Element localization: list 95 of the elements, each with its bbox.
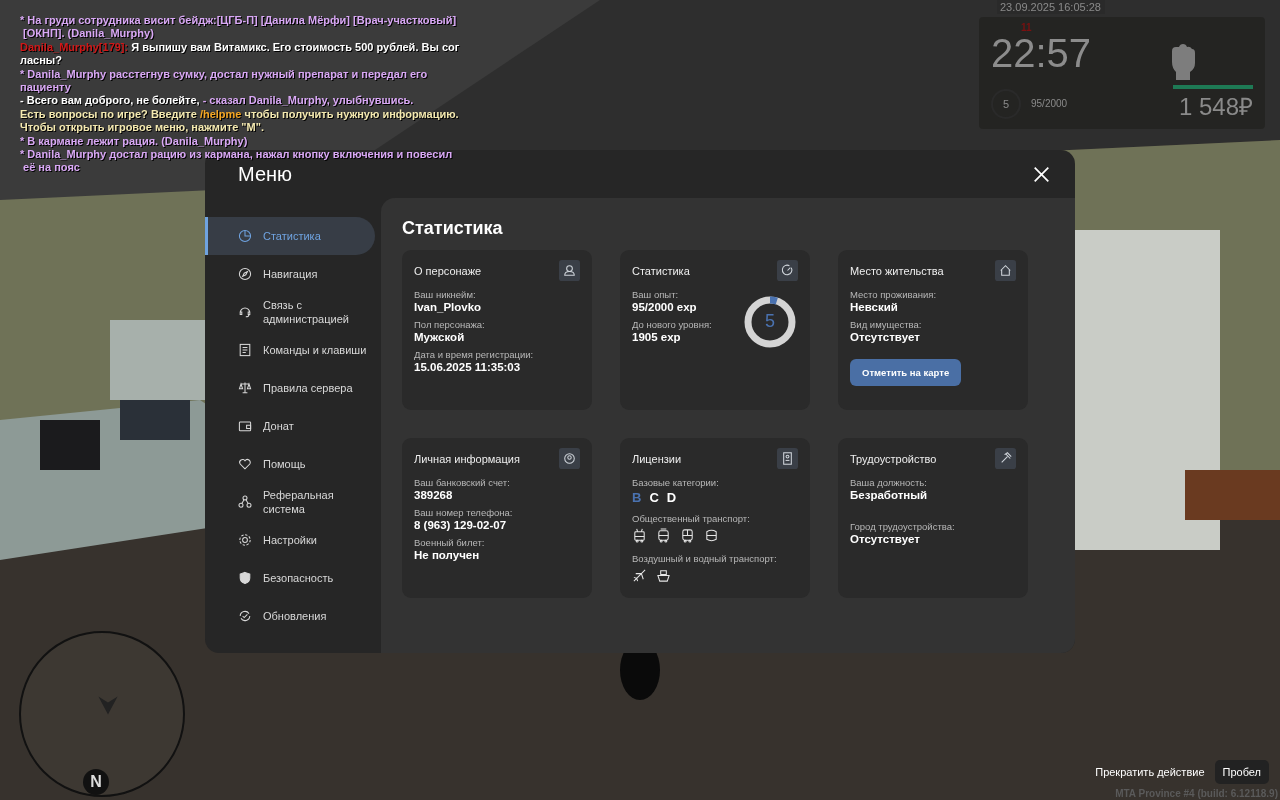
chat-message: [ОКНП]. (Danila_Murphy) <box>22 27 154 41</box>
field-value: 8 (963) 129-02-07 <box>414 519 508 531</box>
ship-icon <box>656 568 671 583</box>
headset-icon <box>237 304 253 320</box>
card-title: Лицензии <box>632 452 682 465</box>
key-hint: Пробел <box>1214 760 1269 784</box>
field-label: Место проживания: <box>850 289 938 300</box>
money: 1 548₽ <box>1178 92 1253 122</box>
gear-icon <box>237 532 253 548</box>
map-button[interactable]: Отметить на карте <box>850 359 962 386</box>
sidebar-item[interactable]: Связь с администрацией <box>205 293 375 331</box>
field-value: 389268 <box>414 489 454 501</box>
field-value: Невский <box>850 301 899 313</box>
field-value: Мужской <box>414 331 466 343</box>
tram-icon <box>656 528 671 543</box>
field-value: 15.06.2025 11:35:03 <box>414 361 522 373</box>
wallet-icon <box>237 418 253 434</box>
document-icon <box>237 342 253 358</box>
field-value: Ivan_Plovko <box>414 301 483 313</box>
section-heading: Статистика <box>402 218 504 239</box>
chat-message: * На груди сотрудника висит бейдж:[ЦГБ-П] [Данила Мёрфи] [Врач-участковый] <box>20 14 457 28</box>
level-circle: 5 <box>991 88 1021 119</box>
wanted-count: 11 <box>1021 23 1033 33</box>
license-category: B <box>632 490 642 505</box>
scales-icon <box>237 380 253 396</box>
field-label: Ваша должность: <box>850 477 928 488</box>
field-label: Базовые категории: <box>632 477 720 488</box>
close-icon[interactable] <box>1033 165 1050 183</box>
chat-message: ласны? <box>20 54 62 68</box>
field-label: До нового уровня: <box>632 319 712 330</box>
clock: 22:57 <box>991 33 1092 73</box>
chat-message: * Danila_Murphy достал рацию из кармана, нажал кнопку включения и повесил <box>20 148 453 162</box>
exp-text: 95/2000 <box>1031 98 1068 109</box>
chat-message: * Danila_Murphy расстегнув сумку, достал нужный препарат и передал его <box>20 67 428 82</box>
field-label: Дата и время регистрации: <box>414 349 534 360</box>
level-ring <box>742 294 798 350</box>
house-icon <box>995 260 1016 281</box>
north-marker: N <box>83 769 109 795</box>
shield-icon <box>237 570 253 586</box>
chat-message: пациенту <box>20 81 71 95</box>
card-title: Личная информация <box>414 452 520 465</box>
field-label: Город трудоустройства: <box>850 521 955 532</box>
person-icon <box>559 260 580 281</box>
gauge-icon <box>777 260 798 281</box>
license-category: D <box>666 490 677 505</box>
field-label: Общественный транспорт: <box>632 513 751 524</box>
field-label: Воздушный и водный транспорт: <box>632 553 777 564</box>
card-title: Место жительства <box>850 264 944 277</box>
field-value: Отсутствует <box>850 331 921 343</box>
sidebar-item[interactable]: Обновления <box>205 597 375 635</box>
id-card-icon <box>777 448 798 469</box>
field-label: Военный билет: <box>414 537 486 548</box>
field-label: Пол персонажа: <box>414 319 486 330</box>
chat-message: Есть вопросы по игре? Введите /helpme чтобы получить нужную информацию. <box>20 107 459 122</box>
sidebar-item[interactable]: Правила сервера <box>205 369 375 407</box>
license-category: C <box>649 490 659 505</box>
sidebar-item[interactable]: Помощь <box>205 445 375 483</box>
sidebar-item[interactable]: Навигация <box>205 255 375 293</box>
field-value: 1905 exp <box>632 331 682 343</box>
chat-message: Danila_Murphy[179]: Я выпишу вам Витамикс. Его стоимость 500 рублей. Вы сог <box>20 40 460 55</box>
menu-title: Меню <box>238 162 293 186</box>
field-label: Ваш никнейм: <box>414 289 477 300</box>
compass-icon <box>237 266 253 282</box>
field-value: Безработный <box>850 489 929 501</box>
pie-chart-icon <box>237 228 253 244</box>
sidebar-item[interactable]: Донат <box>205 407 375 445</box>
airplane-icon <box>632 568 647 583</box>
field-label: Ваш банковский счет: <box>414 477 511 488</box>
refresh-icon <box>237 608 253 624</box>
sidebar-item[interactable]: Статистика <box>205 217 375 255</box>
field-value: Отсутствует <box>850 533 921 545</box>
level-number: 5 <box>764 311 776 332</box>
field-value: Не получен <box>414 549 481 561</box>
card-title: О персонаже <box>414 264 482 277</box>
trolleybus-icon <box>632 528 647 543</box>
chat-message: её на пояс <box>22 161 80 175</box>
action-hint: Прекратить действие <box>1095 766 1205 778</box>
nodes-icon <box>237 494 253 510</box>
chat-message: - Всего вам доброго, не болейте, - сказал Danila_Murphy, улыбнувшись. <box>20 94 414 108</box>
field-label: Вид имущества: <box>850 319 923 330</box>
card-title: Статистика <box>632 264 690 277</box>
chat-message: * В кармане лежит рация. (Danila_Murphy) <box>20 134 248 149</box>
sidebar-item[interactable]: Безопасность <box>205 559 375 597</box>
sidebar-item[interactable]: Команды и клавиши <box>205 331 375 369</box>
field-value: 95/2000 exp <box>632 301 698 313</box>
train-icon <box>680 528 695 543</box>
field-label: Ваш опыт: <box>632 289 680 300</box>
field-label: Ваш номер телефона: <box>414 507 513 518</box>
chat-message: Чтобы открыть игровое меню, нажмите "M". <box>20 121 264 135</box>
sidebar-item[interactable]: Реферальная система <box>205 483 375 521</box>
sidebar-item[interactable]: Настройки <box>205 521 375 559</box>
date-time: 23.09.2025 16:05:28 <box>997 0 1105 14</box>
hammer-icon <box>995 448 1016 469</box>
heart-icon <box>237 456 253 472</box>
card-title: Трудоустройство <box>850 452 937 465</box>
